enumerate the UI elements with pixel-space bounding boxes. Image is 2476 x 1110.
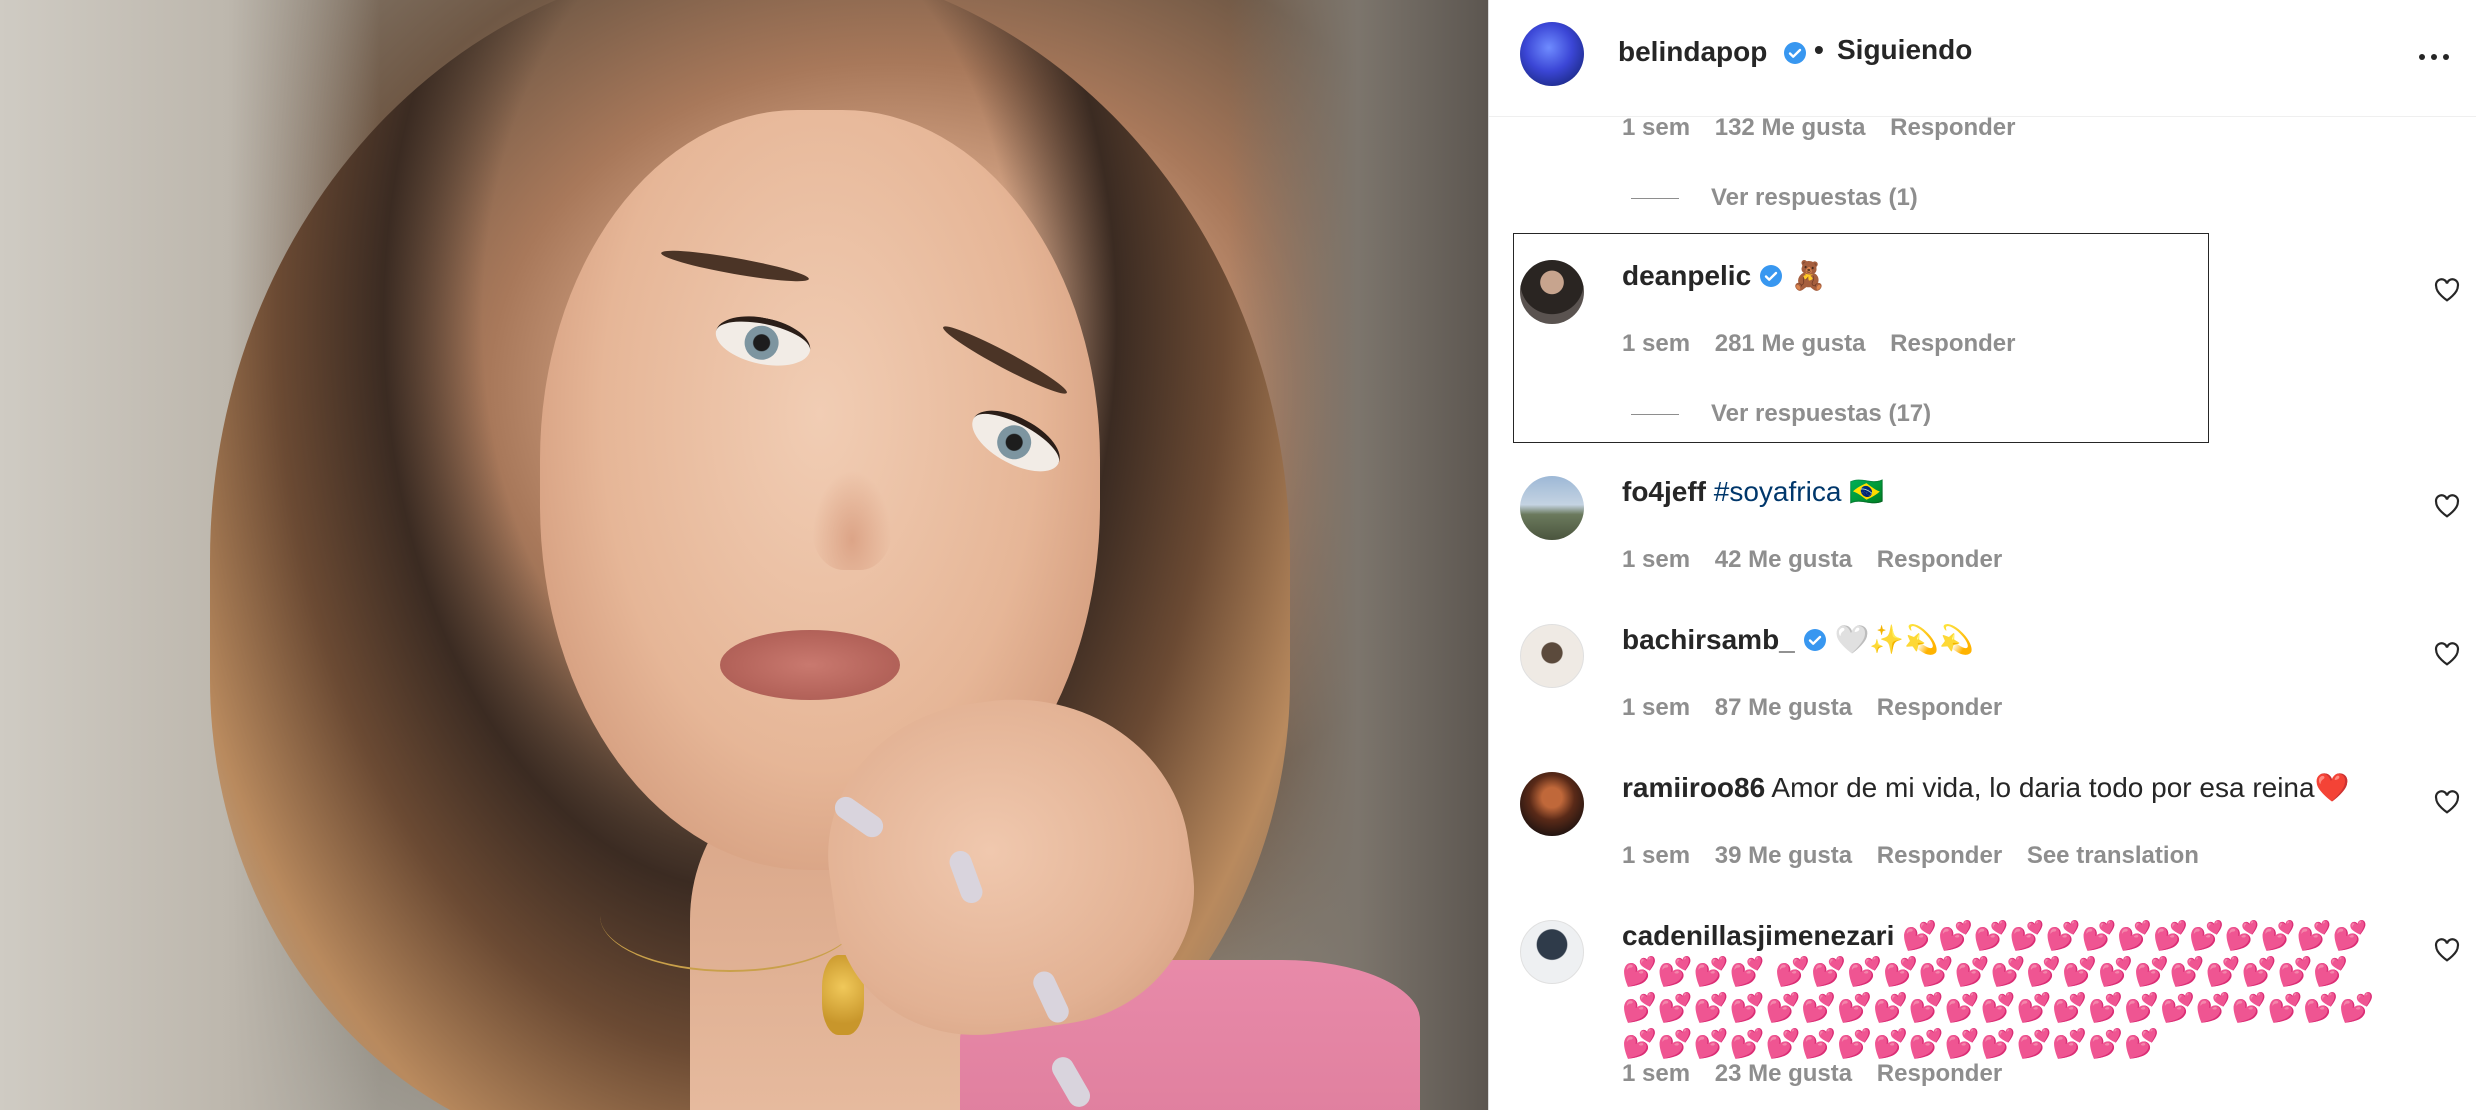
comment-meta: 1 sem 281 Me gusta Responder [1622,330,2034,358]
reply-button[interactable]: Responder [1890,114,2015,141]
view-replies-label: Ver respuestas (17) [1711,400,1932,427]
view-replies-label: Ver respuestas (1) [1711,184,1918,211]
reply-button[interactable]: Responder [1877,546,2002,573]
comment-likes[interactable]: 42 Me gusta [1715,546,1852,573]
photo-necklace-chain [600,860,860,972]
hashtag-link[interactable]: #soyafrica [1714,476,1842,507]
photo-lips [720,630,900,700]
comment-likes[interactable]: 23 Me gusta [1715,1060,1852,1087]
replies-line [1631,414,1679,416]
comment-username[interactable]: deanpelic [1622,260,1751,291]
comment-text: cadenillasjimenezari 💕💕💕💕💕💕💕💕💕💕💕💕💕💕💕💕💕 💕… [1622,918,2382,1062]
post-header: belindapop • Siguiendo [1489,0,2476,117]
post-image[interactable] [0,0,1488,1110]
following-button[interactable]: Siguiendo [1837,34,1972,66]
avatar[interactable] [1520,920,1584,984]
comment-time: 1 sem [1622,546,1691,573]
comment-text: fo4jeff #soyafrica 🇧🇷 [1622,474,2382,510]
verified-badge-icon [1760,265,1783,287]
reply-button[interactable]: Responder [1877,842,2002,869]
comments-panel: 1 sem 132 Me gusta Responder Ver respues… [1489,0,2476,1110]
verified-badge-icon [1803,629,1826,651]
comment-time: 1 sem [1622,842,1691,869]
avatar[interactable] [1520,476,1584,540]
comment-meta: 1 sem 23 Me gusta Responder [1622,1060,2020,1088]
comment-meta: 1 sem 87 Me gusta Responder [1622,694,2020,722]
comment-text: deanpelic 🧸 [1622,258,2382,294]
comment-likes[interactable]: 39 Me gusta [1715,842,1852,869]
comment-username[interactable]: bachirsamb_ [1622,624,1795,655]
comment-time: 1 sem [1622,694,1691,721]
comment-body: 🧸 [1790,259,1826,292]
comment-likes[interactable]: 132 Me gusta [1715,114,1866,141]
comment-body: 🤍✨💫💫 [1834,623,1974,656]
header-username[interactable]: belindapop [1618,36,1767,68]
view-replies-button[interactable]: Ver respuestas (1) [1631,184,1918,212]
reply-button[interactable]: Responder [1890,330,2015,357]
see-translation-button[interactable]: See translation [2027,842,2199,869]
comment-text: bachirsamb_ 🤍✨💫💫 [1622,622,2382,658]
comment-time: 1 sem [1622,1060,1691,1087]
avatar[interactable] [1520,22,1584,86]
avatar[interactable] [1520,260,1584,324]
comment-meta: 1 sem 39 Me gusta Responder See translat… [1622,842,2217,870]
comment-time: 1 sem [1622,114,1691,141]
verified-badge-icon [1784,42,1806,64]
reply-button[interactable]: Responder [1877,1060,2002,1087]
like-heart-icon[interactable] [2434,790,2460,814]
comment-likes[interactable]: 87 Me gusta [1715,694,1852,721]
comment-username[interactable]: cadenillasjimenezari [1622,920,1894,951]
comment-body: 🇧🇷 [1849,475,1885,508]
avatar[interactable] [1520,624,1584,688]
comment-meta: 1 sem 42 Me gusta Responder [1622,546,2020,574]
separator-dot: • [1814,34,1824,65]
like-heart-icon[interactable] [2434,494,2460,518]
comment-text: ramiiroo86 Amor de mi vida, lo daria tod… [1622,770,2382,806]
view-replies-button[interactable]: Ver respuestas (17) [1631,400,1931,428]
comment-time: 1 sem [1622,330,1691,357]
photo-nose [812,470,892,570]
replies-line [1631,198,1679,200]
like-heart-icon[interactable] [2434,938,2460,962]
like-heart-icon[interactable] [2434,278,2460,302]
comment-username[interactable]: ramiiroo86 [1622,772,1765,803]
reply-button[interactable]: Responder [1877,694,2002,721]
comment-body: Amor de mi vida, lo daria todo por esa r… [1771,772,2350,803]
avatar[interactable] [1520,772,1584,836]
comment-username[interactable]: fo4jeff [1622,476,1706,507]
like-heart-icon[interactable] [2434,642,2460,666]
prev-comment-meta: 1 sem 132 Me gusta Responder [1622,114,2034,142]
more-options-icon[interactable] [2419,54,2449,60]
comment-likes[interactable]: 281 Me gusta [1715,330,1866,357]
